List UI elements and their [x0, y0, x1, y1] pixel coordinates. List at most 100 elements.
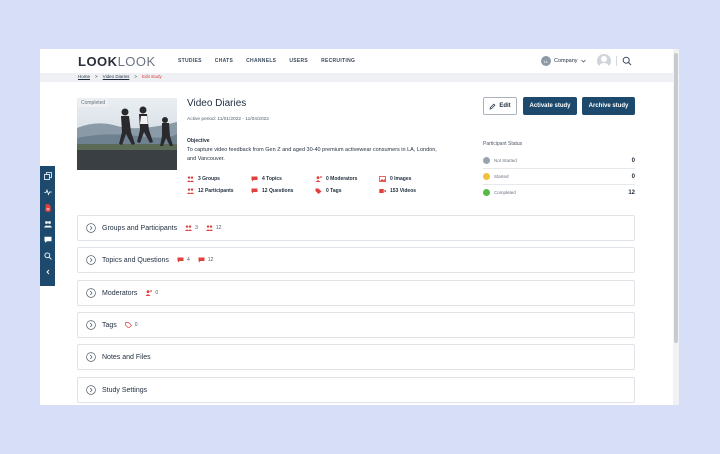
- activity-icon[interactable]: [43, 187, 52, 196]
- active-period: Active period: 11/01/2022 - 11/04/2022: [187, 117, 269, 122]
- nav-studies[interactable]: STUDIES: [178, 58, 202, 64]
- stat-topics-label: 4 Topics: [262, 176, 282, 182]
- stat-images-label: 0 Images: [390, 176, 412, 182]
- chevron-down-icon: [580, 59, 586, 63]
- nav-users[interactable]: USERS: [289, 58, 308, 64]
- chat-icon[interactable]: [43, 235, 52, 244]
- stat-moderators-label: 0 Moderators: [326, 176, 358, 182]
- nav-chats[interactable]: CHATS: [215, 58, 233, 64]
- scrollbar[interactable]: [673, 49, 679, 405]
- chevron-right-icon: [86, 255, 96, 265]
- activate-study-button[interactable]: Activate study: [523, 97, 577, 115]
- edit-button-label: Edit: [499, 103, 511, 109]
- logo[interactable]: LOOKLOOK: [78, 54, 156, 69]
- stat-participants: 12 Participants: [187, 188, 251, 194]
- company-selector[interactable]: LL Company: [541, 56, 586, 66]
- pencil-icon: [489, 103, 496, 109]
- chevron-right-icon: [86, 288, 96, 298]
- app-window: LOOKLOOK STUDIES CHATS CHANNELS USERS RE…: [40, 49, 679, 405]
- scrollbar-thumb[interactable]: [674, 53, 678, 343]
- chat-bubble-icon: [177, 257, 184, 263]
- stat-tags: 0 Tags: [315, 188, 379, 194]
- stat-questions: 12 Questions: [251, 188, 315, 194]
- breadcrumb-separator: >: [95, 74, 98, 79]
- logo-light: LOOK: [117, 54, 156, 69]
- page-title: Video Diaries: [187, 98, 247, 109]
- divider: [616, 56, 617, 66]
- stat-groups: 3 Groups: [187, 176, 251, 182]
- tags-count: 0: [124, 322, 138, 328]
- stat-images: 0 Images: [379, 176, 443, 182]
- edit-button[interactable]: Edit: [483, 97, 517, 115]
- question-icon: [251, 188, 258, 194]
- topics-count-value: 4: [186, 257, 190, 263]
- nav-recruiting[interactable]: RECRUITING: [321, 58, 355, 64]
- tag-icon: [315, 188, 322, 194]
- section-title: Moderators: [102, 289, 138, 297]
- breadcrumb-home[interactable]: Home: [78, 74, 90, 79]
- section-notes-and-files[interactable]: Notes and Files: [77, 344, 635, 370]
- search-icon[interactable]: [43, 251, 52, 260]
- not-started-dot-icon: [483, 157, 490, 164]
- image-icon: [379, 176, 386, 182]
- breadcrumb-separator: >: [134, 74, 137, 79]
- moderators-count-value: 0: [155, 290, 159, 296]
- video-icon: [379, 188, 386, 194]
- questions-count: 12: [198, 257, 214, 263]
- stat-videos-label: 153 Videos: [390, 188, 417, 194]
- logo-bold: LOOK: [78, 54, 118, 69]
- status-count: 0: [631, 157, 635, 164]
- breadcrumb-parent[interactable]: Video Diaries: [103, 74, 130, 79]
- stat-moderators: 0 Moderators: [315, 176, 379, 182]
- status-row-started: Started 0: [483, 173, 635, 180]
- section-title: Notes and Files: [102, 353, 151, 361]
- section-moderators[interactable]: Moderators 0: [77, 280, 635, 306]
- chat-bubble-icon: [251, 176, 258, 182]
- user-avatar[interactable]: [597, 54, 611, 68]
- chevron-right-icon: [86, 320, 96, 330]
- study-thumbnail: [77, 98, 177, 170]
- section-tags[interactable]: Tags 0: [77, 312, 635, 338]
- stat-questions-label: 12 Questions: [262, 188, 294, 194]
- divider: [483, 168, 635, 169]
- status-row-completed: Completed 12: [483, 189, 635, 196]
- users-icon[interactable]: [43, 219, 52, 228]
- section-study-settings[interactable]: Study Settings: [77, 377, 635, 403]
- top-navigation-bar: LOOKLOOK STUDIES CHATS CHANNELS USERS RE…: [40, 49, 679, 73]
- section-groups-and-participants[interactable]: Groups and Participants 3 12: [77, 215, 635, 241]
- copy-icon[interactable]: [43, 171, 52, 180]
- breadcrumb-current: Edit study: [141, 74, 162, 79]
- main-nav: STUDIES CHATS CHANNELS USERS RECRUITING: [178, 58, 355, 64]
- document-icon[interactable]: [43, 203, 52, 212]
- archive-study-button[interactable]: Archive study: [582, 97, 635, 115]
- stat-groups-label: 3 Groups: [198, 176, 220, 182]
- section-title: Topics and Questions: [102, 256, 169, 264]
- users-icon: [187, 176, 194, 182]
- participants-count: 12: [205, 225, 222, 231]
- divider: [483, 184, 635, 185]
- breadcrumb-bar: Home > Video Diaries > Edit study: [40, 73, 679, 82]
- status-badge: Completed: [78, 99, 109, 107]
- moderator-icon: [315, 176, 322, 182]
- chevron-right-icon: [86, 385, 96, 395]
- section-title: Tags: [102, 321, 117, 329]
- users-icon: [205, 225, 213, 231]
- company-label: Company: [554, 58, 578, 64]
- objective-text: To capture video feedback from Gen Z and…: [187, 147, 437, 162]
- participants-count-value: 12: [215, 225, 222, 231]
- status-row-not-started: Not Started 0: [483, 157, 635, 164]
- topics-count: 4: [177, 257, 190, 263]
- section-topics-and-questions[interactable]: Topics and Questions 4 12: [77, 247, 635, 273]
- questions-count-value: 12: [207, 257, 214, 263]
- nav-channels[interactable]: CHANNELS: [246, 58, 276, 64]
- moderators-count: 0: [145, 290, 158, 296]
- users-icon: [187, 188, 194, 194]
- section-title: Study Settings: [102, 386, 148, 394]
- objective-heading: Objective: [187, 138, 210, 144]
- collapse-chevron-icon[interactable]: [43, 267, 52, 276]
- stat-participants-label: 12 Participants: [198, 188, 234, 194]
- side-toolbar: [40, 166, 55, 286]
- tags-count-value: 0: [134, 322, 138, 328]
- groups-count: 3: [185, 225, 198, 231]
- search-icon[interactable]: [622, 56, 632, 66]
